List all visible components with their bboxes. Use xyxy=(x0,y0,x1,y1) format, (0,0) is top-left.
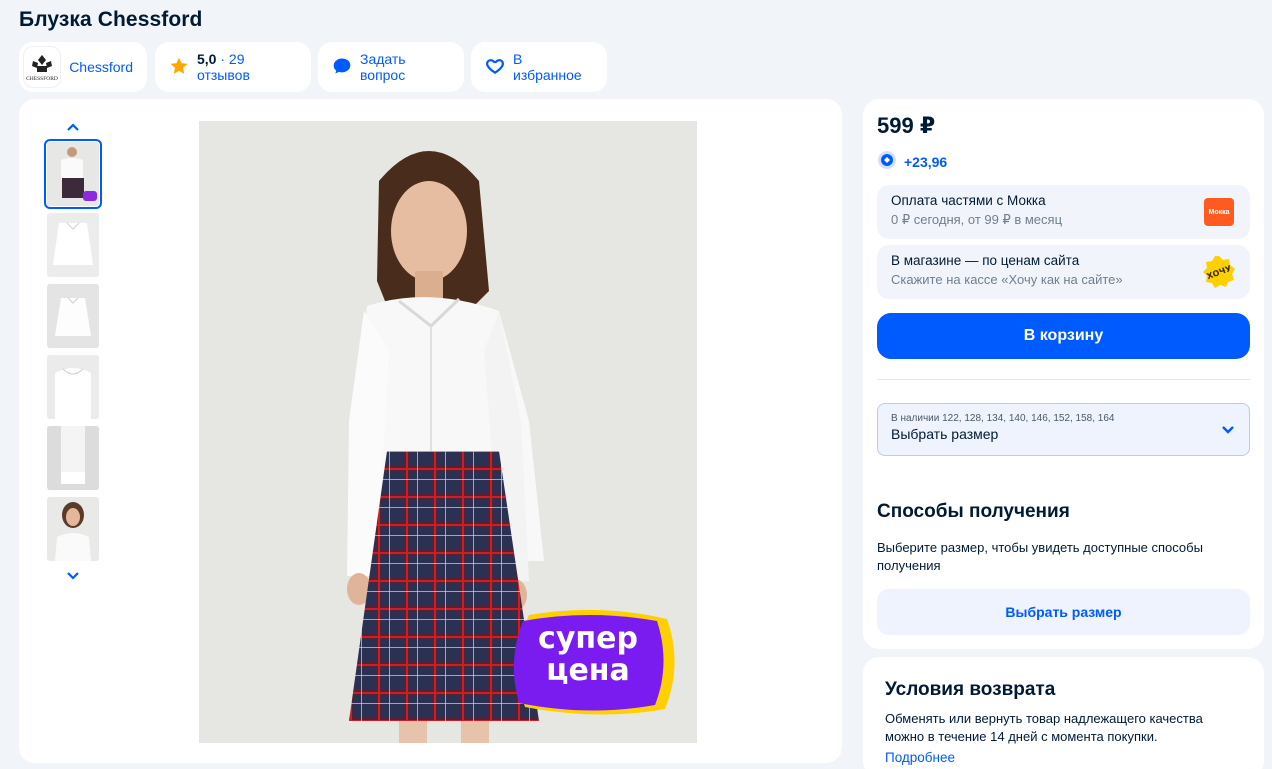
add-to-cart-button[interactable]: В корзину xyxy=(877,313,1250,359)
thumbnail-3[interactable] xyxy=(47,284,99,348)
rating-link[interactable]: 5,0 · 29 отзывов xyxy=(155,42,311,92)
installments-title: Оплата частями с Мокка xyxy=(891,193,1046,208)
size-placeholder: Выбрать размер xyxy=(891,426,999,442)
size-select[interactable]: В наличии 122, 128, 134, 140, 146, 152, … xyxy=(877,403,1250,456)
bonus-coin-icon xyxy=(877,150,897,173)
bonus-points: +23,96 xyxy=(877,150,947,173)
price: 599 ₽ xyxy=(877,113,936,138)
returns-card: Условия возврата Обменять или вернуть то… xyxy=(863,657,1264,769)
ask-question-button[interactable]: Задать вопрос xyxy=(318,42,464,92)
chevron-down-icon[interactable] xyxy=(66,568,80,584)
returns-text: Обменять или вернуть товар надлежащего к… xyxy=(885,711,1203,744)
brand-link[interactable]: CHESSFORD Chessford xyxy=(19,42,147,92)
chevron-down-icon xyxy=(1221,422,1235,440)
super-price-badge: супер цена xyxy=(509,609,679,717)
in-store-card[interactable]: В магазине — по ценам сайта Скажите на к… xyxy=(877,245,1250,299)
thumbnail-5[interactable] xyxy=(47,426,99,490)
svg-text:CHESSFORD: CHESSFORD xyxy=(26,76,58,82)
delivery-text: Выберите размер, чтобы увидеть доступные… xyxy=(877,540,1203,573)
favorite-label: В избранное xyxy=(513,51,582,83)
installments-card[interactable]: Оплата частями с Мокка 0 ₽ сегодня, от 9… xyxy=(877,185,1250,239)
product-title: Блузка Chessford xyxy=(19,8,203,31)
size-availability: В наличии 122, 128, 134, 140, 146, 152, … xyxy=(891,413,1115,424)
divider xyxy=(877,379,1250,380)
heart-icon xyxy=(485,56,505,79)
rating-value: 5,0 xyxy=(197,51,217,67)
promo-line-1: супер xyxy=(538,621,638,656)
bonus-value: +23,96 xyxy=(904,153,948,170)
installments-subtitle: 0 ₽ сегодня, от 99 ₽ в месяц xyxy=(891,212,1063,227)
brand-logo: CHESSFORD xyxy=(23,46,62,88)
in-store-title: В магазине — по ценам сайта xyxy=(891,253,1080,268)
returns-more-link[interactable]: Подробнее xyxy=(885,750,955,765)
mokka-logo: Мокка xyxy=(1204,198,1234,226)
brand-name[interactable]: Chessford xyxy=(69,59,133,75)
chevron-up-icon[interactable] xyxy=(66,119,80,135)
thumbnail-2[interactable] xyxy=(47,213,99,277)
ask-question-label: Задать вопрос xyxy=(360,51,406,83)
thumbnail-strip xyxy=(40,119,106,584)
delivery-title: Способы получения xyxy=(877,501,1070,522)
thumbnail-4[interactable] xyxy=(47,355,99,419)
purchase-panel: 599 ₽ +23,96 Оплата частями с Мокка 0 ₽ … xyxy=(863,99,1264,649)
chat-bubble-icon xyxy=(332,56,352,79)
thumbnail-1[interactable] xyxy=(44,139,102,209)
in-store-subtitle: Скажите на кассе «Хочу как на сайте» xyxy=(891,272,1123,287)
main-product-photo[interactable]: супер цена xyxy=(199,121,697,743)
thumbnail-6[interactable] xyxy=(47,497,99,561)
choose-size-button[interactable]: Выбрать размер xyxy=(877,589,1250,635)
add-favorite-button[interactable]: В избранное xyxy=(471,42,607,92)
hochu-badge: ХОЧУ xyxy=(1202,255,1236,289)
promo-line-2: цена xyxy=(546,653,630,688)
product-gallery: супер цена xyxy=(19,99,842,763)
star-icon xyxy=(169,56,189,79)
returns-title: Условия возврата xyxy=(885,679,1056,700)
